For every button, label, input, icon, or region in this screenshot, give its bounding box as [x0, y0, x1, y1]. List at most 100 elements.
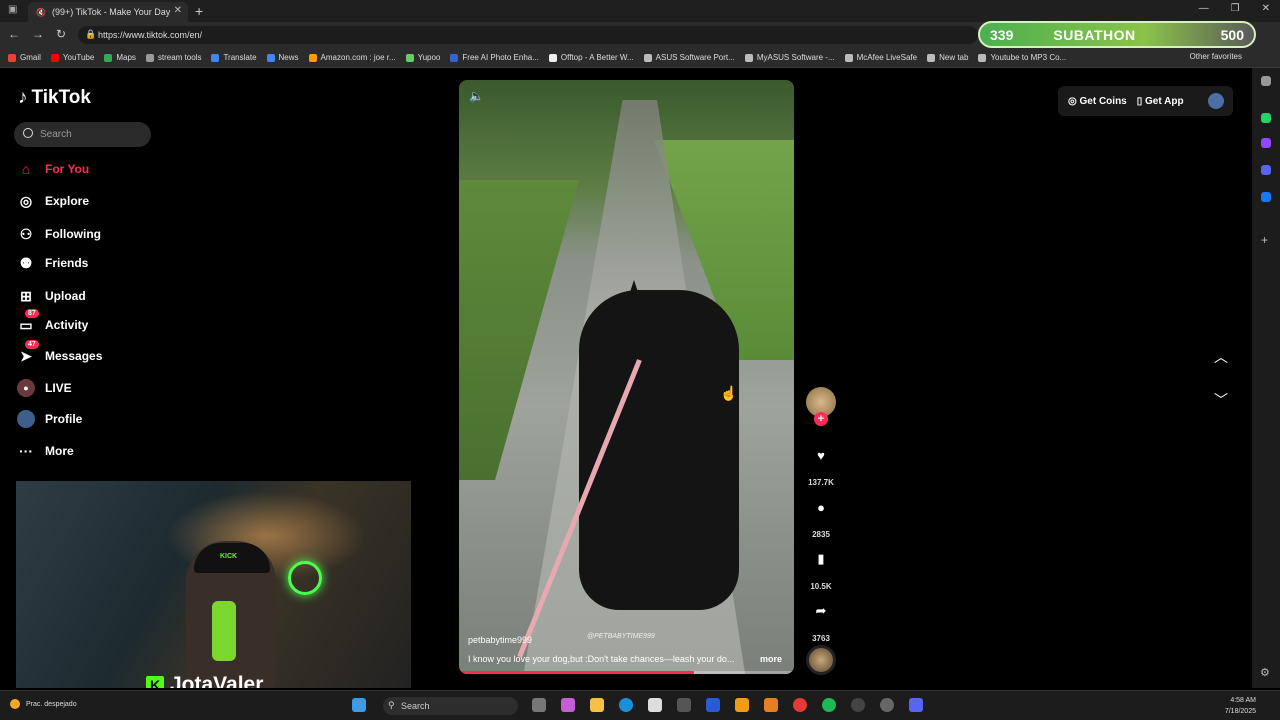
settings-icon[interactable]: ⚙	[1260, 666, 1270, 679]
brave-icon[interactable]	[764, 698, 778, 712]
whatsapp-icon[interactable]	[1261, 113, 1271, 123]
maximize-icon[interactable]: ❐	[1231, 3, 1240, 14]
mouse-cursor-icon: ☝	[720, 385, 738, 401]
bookmarks-bar: Gmail YouTube Maps stream tools Translat…	[0, 48, 1280, 68]
tab-title: (99+) TikTok - Make Your Day	[51, 7, 171, 17]
app-icon[interactable]	[735, 698, 749, 712]
like-button[interactable]: ♥ 137.7K	[806, 440, 836, 488]
comment-button[interactable]: ● 2835	[806, 492, 836, 540]
nav-messages[interactable]: ➤ 47 Messages	[17, 339, 102, 366]
bookmark-item[interactable]: ASUS Software Port...	[643, 53, 735, 62]
url-text: https://www.tiktok.com/en/	[98, 30, 203, 40]
forward-icon[interactable]: →	[32, 27, 44, 41]
previous-video-icon[interactable]: ︿	[1214, 347, 1228, 367]
nav-friends[interactable]: ⚉ Friends	[17, 253, 89, 273]
discord-icon[interactable]	[1261, 165, 1271, 175]
home-icon: ⌂	[21, 161, 31, 177]
nav-for-you[interactable]: ⌂ For You	[17, 159, 89, 179]
app-icon[interactable]	[793, 698, 807, 712]
taskbar-search[interactable]: ⚲ Search	[383, 697, 518, 715]
mute-icon[interactable]: 🔇	[36, 8, 46, 17]
music-disc-icon[interactable]	[806, 645, 836, 675]
video-progress-bar[interactable]	[459, 671, 794, 674]
bookmark-item[interactable]: Offtop - A Better W...	[548, 53, 634, 62]
url-input[interactable]: 🔒 https://www.tiktok.com/en/	[78, 26, 978, 44]
obs-icon[interactable]	[880, 698, 894, 712]
app-icon[interactable]	[677, 698, 691, 712]
copilot-icon[interactable]	[561, 698, 575, 712]
edge-icon[interactable]	[619, 698, 633, 712]
browser-tab[interactable]: 🔇 (99+) TikTok - Make Your Day ✕	[28, 2, 188, 22]
other-favorites[interactable]: Other favorites	[1190, 52, 1242, 61]
messages-badge: 47	[25, 339, 39, 349]
nav-activity[interactable]: ▭ 87 Activity	[17, 308, 88, 335]
user-avatar[interactable]	[1207, 93, 1224, 109]
bookmark-item[interactable]: Gmail	[8, 53, 41, 62]
bookmark-item[interactable]: New tab	[927, 53, 968, 62]
bookmark-item[interactable]: Yupoo	[405, 53, 440, 62]
live-icon: ●	[17, 379, 35, 397]
bookmark-item[interactable]: Free AI Photo Enha...	[450, 53, 539, 62]
facebook-icon[interactable]	[1261, 192, 1271, 202]
get-app-button[interactable]: ▯ Get App	[1137, 96, 1184, 107]
bookmark-item[interactable]: MyASUS Software -...	[744, 53, 835, 62]
video-player[interactable]: 🔈 petbabytime999 @PETBABYTIME999 I know …	[459, 80, 794, 674]
tiktok-logo[interactable]: ♪ TikTok	[18, 87, 91, 109]
store-icon[interactable]	[648, 698, 662, 712]
close-window-icon[interactable]: ✕	[1262, 3, 1270, 14]
search-icon: ⚲	[388, 700, 395, 710]
task-view-icon[interactable]	[532, 698, 546, 712]
bookmark-item[interactable]: McAfee LiveSafe	[844, 53, 917, 62]
minimize-icon[interactable]: —	[1199, 3, 1209, 14]
nav-live[interactable]: ● LIVE	[17, 378, 72, 398]
twitch-icon[interactable]	[1261, 138, 1271, 148]
subathon-overlay: 339 SUBATHON 500	[978, 21, 1256, 48]
start-icon[interactable]	[352, 698, 366, 712]
bookmark-item[interactable]: Translate	[211, 53, 257, 62]
get-coins-button[interactable]: ◎ Get Coins	[1068, 96, 1127, 107]
bookmark-item[interactable]: Amazon.com : joe r...	[308, 53, 396, 62]
bookmark-item[interactable]: stream tools	[145, 53, 201, 62]
webcam-microphone	[212, 601, 236, 661]
next-video-icon[interactable]: ﹀	[1214, 390, 1228, 410]
volume-icon[interactable]: 🔈	[469, 89, 484, 103]
search-icon[interactable]	[1261, 76, 1271, 86]
streamer-name-plate: K JotaValer	[146, 673, 263, 688]
search-input[interactable]: Search	[14, 122, 151, 147]
nav-more[interactable]: ··· More	[17, 441, 74, 461]
system-clock[interactable]: 4:58 AM 7/18/2025	[1225, 695, 1256, 717]
nav-following[interactable]: ⚇ Following	[17, 224, 101, 244]
nav-profile[interactable]: Profile	[17, 409, 82, 429]
weather-widget[interactable]: Prac. despejado	[10, 699, 77, 709]
bookmark-item[interactable]: Youtube to MP3 Co...	[978, 53, 1066, 62]
compass-icon: ◎	[19, 192, 33, 209]
bookmark-item[interactable]: News	[266, 53, 299, 62]
caption-more-button[interactable]: more	[760, 654, 782, 664]
bookmark-item[interactable]: YouTube	[50, 53, 94, 62]
close-tab-icon[interactable]: ✕	[174, 5, 182, 16]
upload-icon: ⊞	[20, 287, 32, 304]
browser-side-panel: + ⚙	[1252, 68, 1280, 688]
window-menu-icon[interactable]: ▣	[8, 4, 17, 15]
bookmark-icon: ▮	[817, 551, 825, 566]
follow-plus-icon[interactable]: +	[814, 412, 828, 426]
back-icon[interactable]: ←	[8, 27, 20, 41]
refresh-icon[interactable]: ↻	[56, 27, 66, 41]
window-controls: — ❐ ✕	[1199, 3, 1270, 14]
nav-explore[interactable]: ◎ Explore	[17, 191, 89, 211]
share-button[interactable]: ➦ 3763	[806, 596, 836, 643]
spotify-icon[interactable]	[822, 698, 836, 712]
app-icon[interactable]	[851, 698, 865, 712]
video-username[interactable]: petbabytime999	[468, 635, 532, 645]
save-button[interactable]: ▮ 10.5K	[806, 544, 836, 591]
file-explorer-icon[interactable]	[590, 698, 604, 712]
bookmark-item[interactable]: Maps	[104, 53, 136, 62]
add-icon[interactable]: +	[1261, 233, 1268, 247]
vs-code-icon[interactable]	[706, 698, 720, 712]
subathon-left-count: 339	[990, 26, 1014, 43]
webcam-cap: KICK	[194, 543, 270, 573]
video-caption: I know you love your dog,but :Don't take…	[468, 654, 735, 664]
new-tab-button[interactable]: +	[195, 3, 203, 19]
discord-icon[interactable]	[909, 698, 923, 712]
nav-upload[interactable]: ⊞ Upload	[17, 286, 86, 306]
